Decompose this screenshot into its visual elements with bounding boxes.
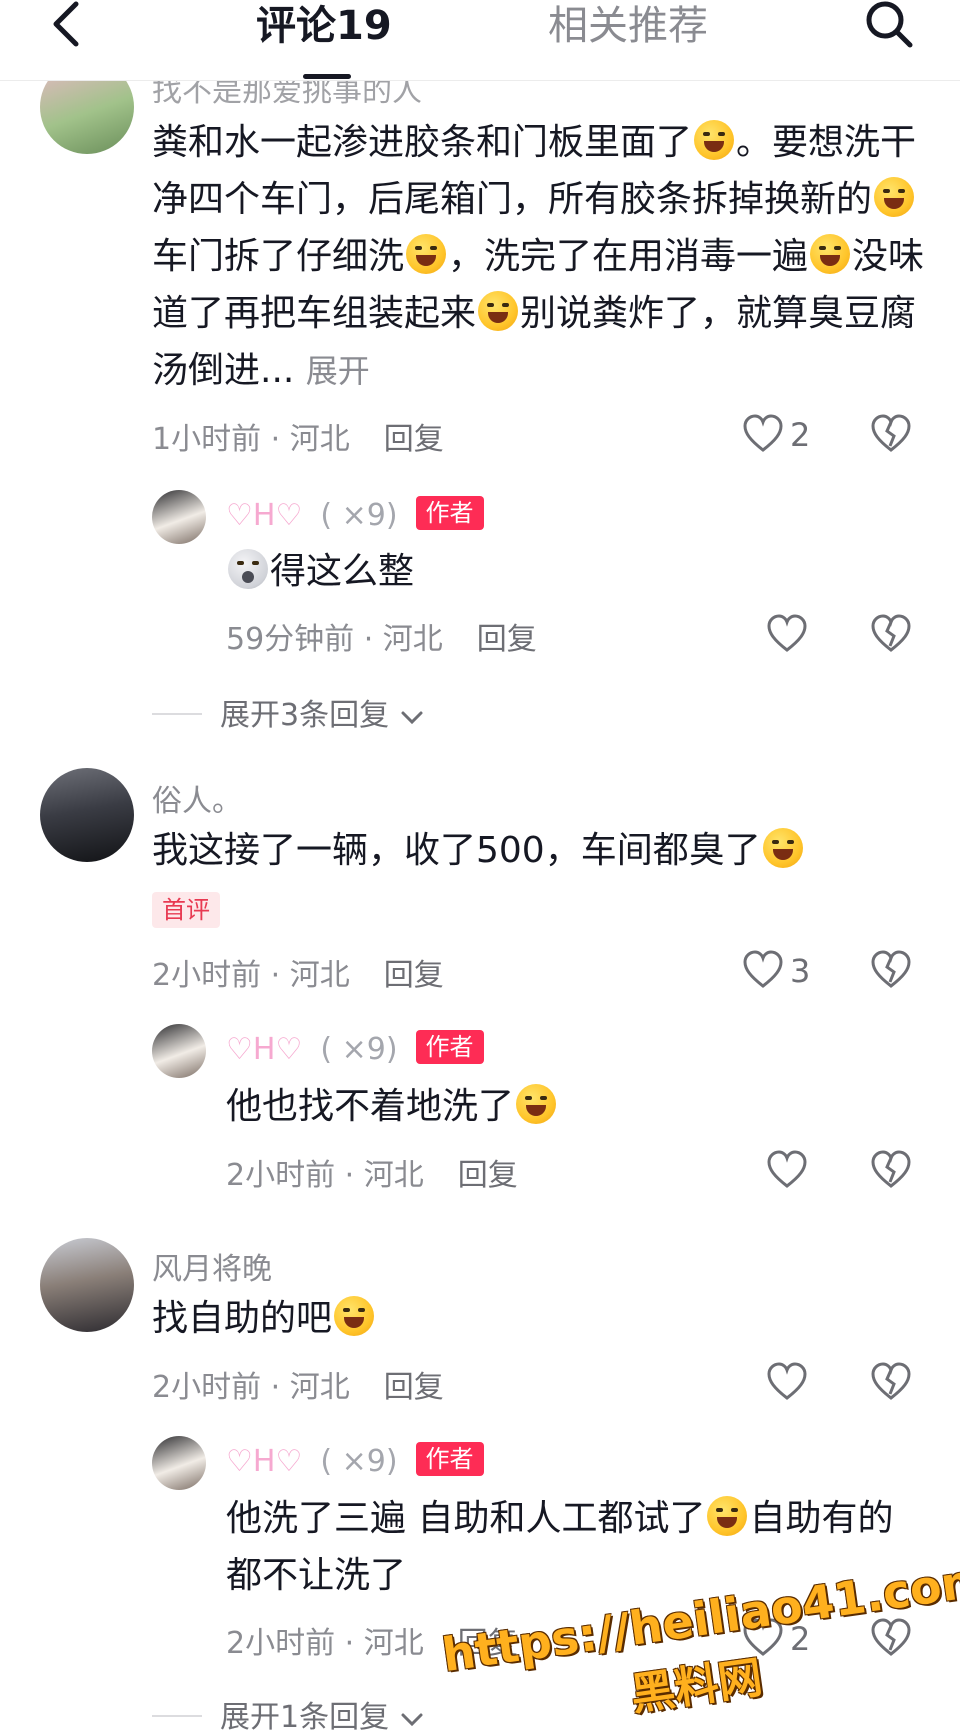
author-badge: 作者 [415, 1442, 484, 1476]
dislike-button[interactable] [870, 1618, 912, 1658]
dislike-button[interactable] [870, 614, 912, 654]
heart-icon [767, 1150, 807, 1188]
top-bar: 评论19 相关推荐 [0, 0, 960, 81]
like-button[interactable] [766, 1150, 808, 1190]
reply-username[interactable]: H [253, 1032, 276, 1067]
time-location: 2小时前 · 河北 [226, 1626, 424, 1661]
author-badge: 作者 [415, 496, 484, 530]
expand-text-button[interactable]: 展开 [306, 352, 370, 390]
emoji-icon [478, 291, 519, 331]
fan-badge: ( ×9) [320, 1444, 398, 1479]
like-count: 3 [790, 952, 811, 990]
fan-badge: ( ×9) [320, 498, 398, 533]
reply-username[interactable]: H [253, 498, 276, 533]
avatar[interactable] [152, 1436, 206, 1490]
broken-heart-icon [871, 1150, 911, 1188]
expand-replies-button[interactable]: 展开1条回复 [152, 1692, 425, 1736]
author-badge: 作者 [415, 1030, 484, 1064]
tab-comments[interactable]: 评论19 [256, 0, 392, 52]
comment-username[interactable]: 风月将晚 [152, 1244, 272, 1288]
expand-replies-button[interactable]: 展开3条回复 [152, 690, 425, 734]
reply-button[interactable]: 回复 [477, 622, 537, 657]
reply-button[interactable]: 回复 [384, 422, 444, 457]
emoji-icon [707, 1496, 748, 1536]
heart-icon [767, 614, 807, 652]
heart-icon [743, 950, 783, 988]
emoji-icon [406, 234, 447, 274]
emoji-icon [694, 120, 735, 160]
reply-username-row: ♡H♡( ×9) 作者 [226, 1030, 484, 1067]
dislike-button[interactable] [870, 414, 912, 454]
tab-related[interactable]: 相关推荐 [548, 0, 708, 52]
first-comment-badge: 首评 [152, 892, 220, 928]
time-location: 59分钟前 · 河北 [226, 622, 443, 657]
reply-text: 他也找不着地洗了 [226, 1078, 926, 1135]
emoji-icon [874, 177, 915, 217]
broken-heart-icon [871, 614, 911, 652]
chevron-down-icon [401, 1713, 423, 1727]
avatar[interactable] [152, 490, 206, 544]
time-location: 2小时前 · 河北 [152, 958, 350, 993]
emoji-icon [228, 549, 268, 589]
comment-text: 粪和水一起渗进胶条和门板里面了 。要想洗干净四个车门，后尾箱门，所有胶条拆掉换新的… [152, 120, 925, 391]
reply-username[interactable]: H [253, 1444, 276, 1479]
like-button[interactable]: 2 [742, 414, 810, 454]
like-button[interactable] [766, 1362, 808, 1402]
time-location: 2小时前 · 河北 [152, 1370, 350, 1405]
reply-button[interactable]: 回复 [384, 958, 444, 993]
reply-button[interactable]: 回复 [384, 1370, 444, 1405]
fan-badge: ( ×9) [320, 1032, 398, 1067]
broken-heart-icon [871, 950, 911, 988]
divider [152, 1715, 202, 1717]
heart-icon [743, 414, 783, 452]
chevron-down-icon [401, 711, 423, 725]
avatar[interactable] [40, 768, 134, 862]
comment-text: 找自助的吧 [152, 1290, 932, 1347]
comment-username[interactable]: 俗人。 [152, 776, 242, 820]
dislike-button[interactable] [870, 950, 912, 990]
comment-text: 我这接了一辆，收了500，车间都臭了 [152, 822, 932, 879]
heart-icon [767, 1362, 807, 1400]
reply-username-row: ♡H♡( ×9) 作者 [226, 496, 484, 533]
emoji-icon [762, 828, 803, 868]
time-location: 1小时前 · 河北 [152, 422, 350, 457]
comment-meta: 2小时前 · 河北 回复 [152, 950, 444, 994]
broken-heart-icon [871, 1362, 911, 1400]
avatar[interactable] [152, 1024, 206, 1078]
search-icon[interactable] [862, 0, 916, 50]
back-icon[interactable] [46, 0, 90, 52]
dislike-button[interactable] [870, 1150, 912, 1190]
comment-meta: 1小时前 · 河北 回复 [152, 414, 444, 458]
emoji-icon [334, 1296, 375, 1336]
emoji-icon [516, 1084, 557, 1124]
emoji-icon [810, 234, 851, 274]
broken-heart-icon [871, 414, 911, 452]
dislike-button[interactable] [870, 1362, 912, 1402]
time-location: 2小时前 · 河北 [226, 1158, 424, 1193]
divider [152, 713, 202, 715]
reply-username-row: ♡H♡( ×9) 作者 [226, 1442, 484, 1479]
reply-button[interactable]: 回复 [458, 1158, 518, 1193]
broken-heart-icon [871, 1618, 911, 1656]
like-count: 2 [790, 416, 811, 454]
reply-meta: 2小时前 · 河北 回复 [226, 1150, 518, 1194]
active-tab-indicator [303, 74, 351, 79]
comment-meta: 2小时前 · 河北 回复 [152, 1362, 444, 1406]
reply-meta: 59分钟前 · 河北 回复 [226, 614, 537, 658]
like-button[interactable]: 3 [742, 950, 810, 990]
like-button[interactable] [766, 614, 808, 654]
avatar[interactable] [40, 1238, 134, 1332]
reply-text: 得这么整 [226, 543, 926, 600]
